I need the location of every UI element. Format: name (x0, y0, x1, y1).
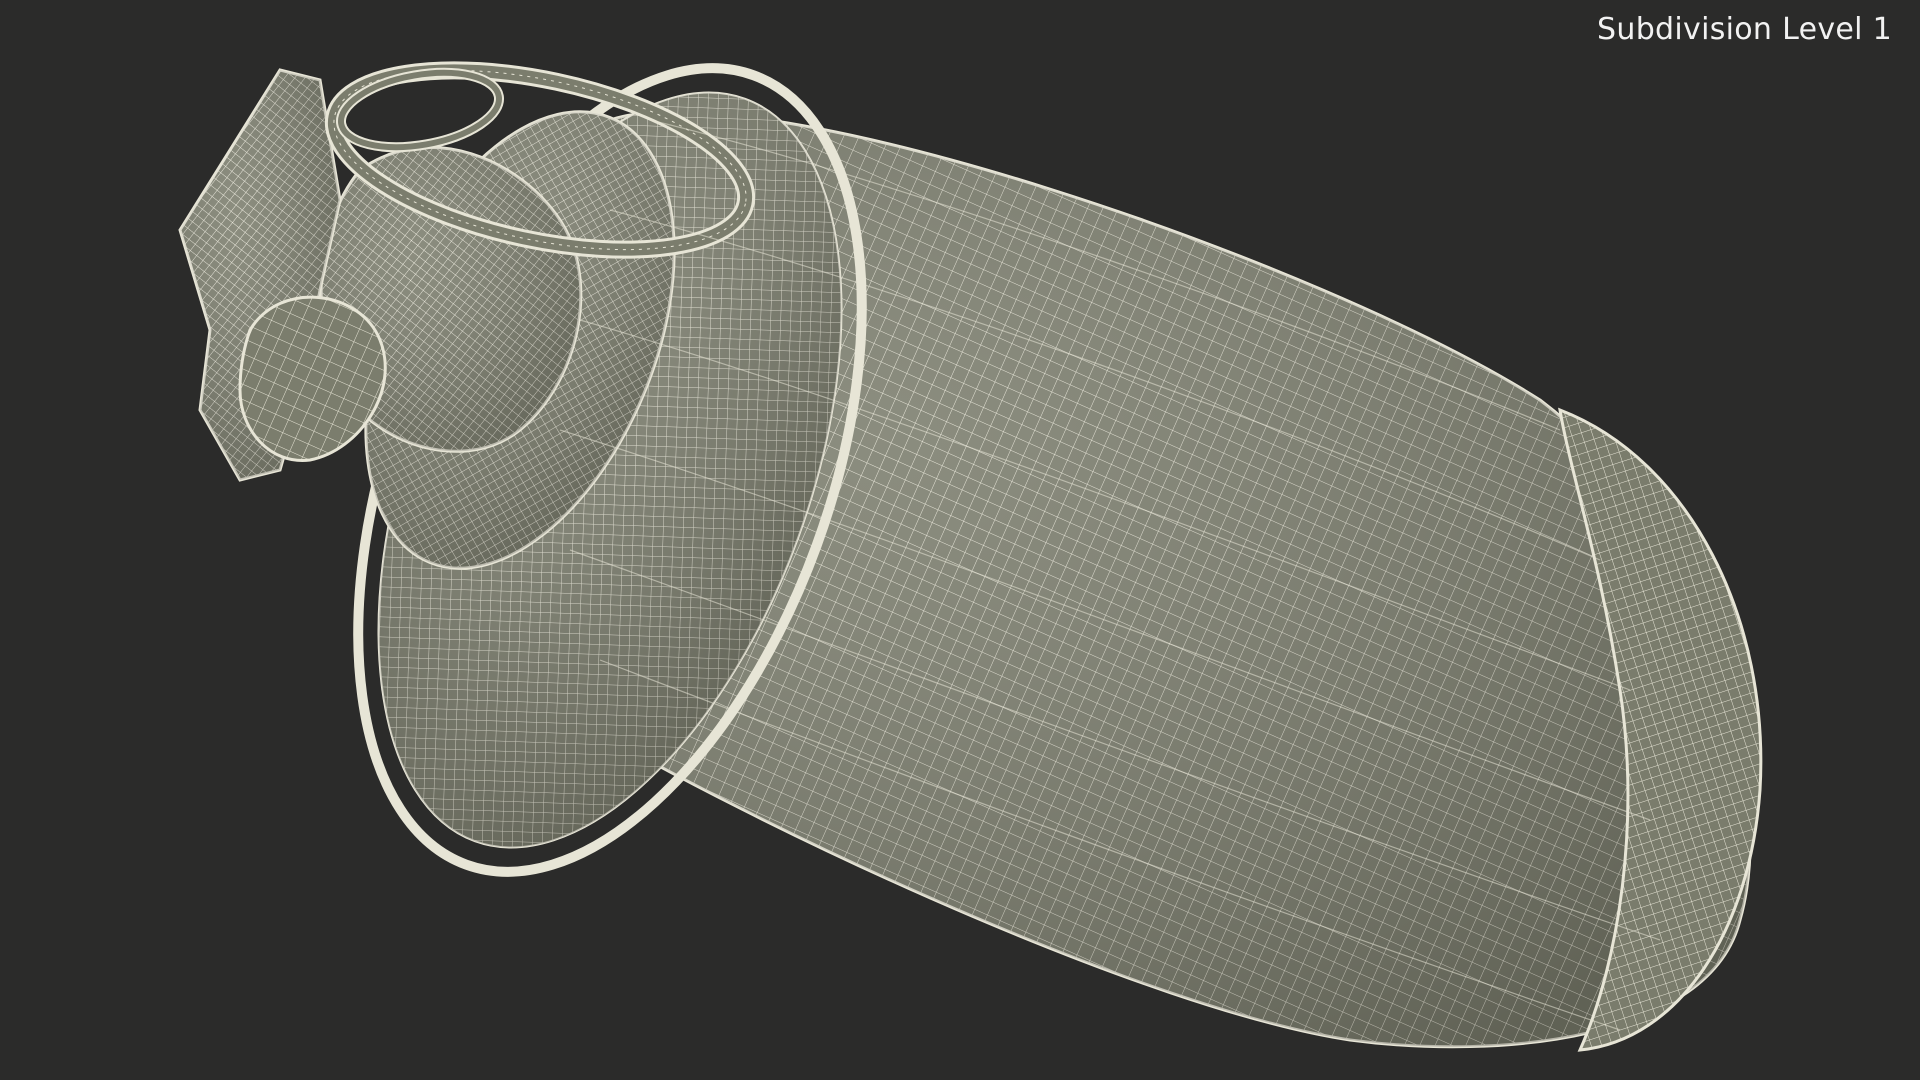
3d-viewport[interactable]: Subdivision Level 1 (0, 0, 1920, 1080)
smoke-grenade-wireframe-icon (178, 61, 1763, 1052)
striker-tube (238, 295, 387, 462)
